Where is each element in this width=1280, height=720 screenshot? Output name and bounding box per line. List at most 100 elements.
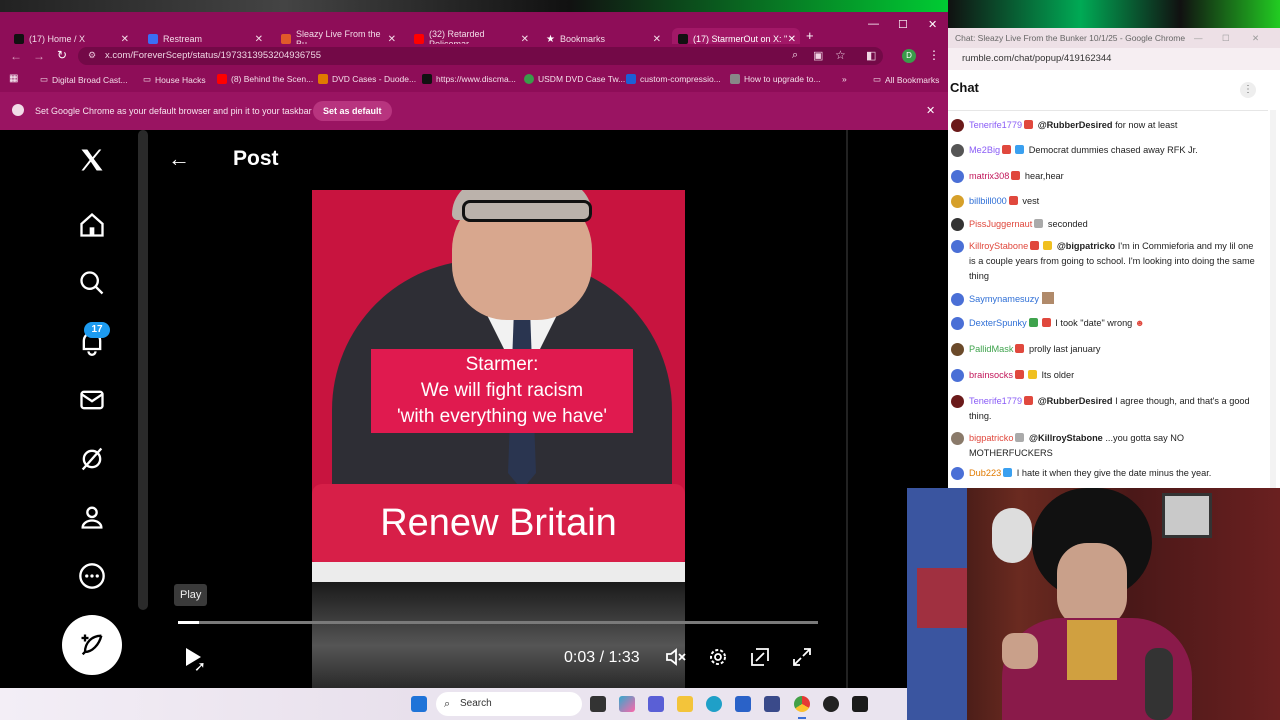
bookmark-item[interactable]: (8) Behind the Scen... xyxy=(217,74,313,84)
chat-url-bar[interactable]: rumble.com/chat/popup/419162344 xyxy=(948,48,1280,70)
badge-icon xyxy=(1003,468,1013,477)
start-windows-icon[interactable] xyxy=(411,696,427,712)
site-info-icon[interactable]: ⚙ xyxy=(88,50,96,61)
chat-options-icon[interactable]: ⋮ xyxy=(1240,82,1256,98)
forward-icon[interactable]: → xyxy=(33,49,45,63)
copilot-icon[interactable] xyxy=(619,696,635,712)
media-player-icon[interactable] xyxy=(823,696,839,712)
close-window-button[interactable]: ✕ xyxy=(1252,28,1259,48)
maximize-button[interactable]: ☐ xyxy=(1222,28,1230,48)
taskbar-search[interactable]: ⌕ Search xyxy=(436,692,582,716)
set-default-button[interactable]: Set as default xyxy=(313,101,392,121)
chat-mention[interactable]: @RubberDesired xyxy=(1038,120,1113,130)
chat-username[interactable]: brainsocks xyxy=(969,370,1013,380)
profile-person-icon[interactable] xyxy=(76,501,108,533)
back-arrow-icon[interactable]: ← xyxy=(168,146,190,172)
close-icon[interactable]: ✕ xyxy=(521,34,529,45)
chrome-icon[interactable] xyxy=(794,696,810,712)
minimize-button[interactable]: — xyxy=(1194,28,1203,48)
chat-username[interactable]: bigpatricko xyxy=(969,433,1013,443)
back-icon[interactable]: ← xyxy=(10,49,22,63)
bookmark-item[interactable]: How to upgrade to... xyxy=(730,74,821,84)
chat-popup-window: Chat: Sleazy Live From the Bunker 10/1/2… xyxy=(948,28,1280,488)
fullscreen-icon[interactable] xyxy=(790,645,814,669)
chat-username[interactable]: PallidMask xyxy=(969,344,1013,354)
folder-icon: ▭ xyxy=(40,74,49,84)
search-icon[interactable] xyxy=(76,267,108,299)
notifications-badge: 17 xyxy=(84,322,110,338)
all-bookmarks[interactable]: ▭ All Bookmarks xyxy=(873,74,939,85)
bookmark-item[interactable]: custom-compressio... xyxy=(626,74,721,84)
badge-icon xyxy=(1034,219,1044,228)
close-icon[interactable]: ✕ xyxy=(121,34,129,45)
close-icon[interactable]: ✕ xyxy=(255,34,263,45)
video-frame[interactable]: Starmer: We will fight racism 'with ever… xyxy=(312,190,685,582)
chat-message: Me2Big Democrat dummies chased away RFK … xyxy=(950,143,1260,158)
picture-in-picture-icon[interactable] xyxy=(748,645,772,669)
chat-username[interactable]: PissJuggernaut xyxy=(969,219,1032,229)
chat-username[interactable]: matrix308 xyxy=(969,171,1009,181)
settings-gear-icon[interactable] xyxy=(706,645,730,669)
video-lower-area xyxy=(312,582,685,688)
new-tab-button[interactable]: + xyxy=(806,28,814,43)
chat-mention[interactable]: @KillroyStabone xyxy=(1029,433,1103,443)
close-window-button[interactable]: ✕ xyxy=(928,18,937,31)
chat-username[interactable]: Saymynamesuzy xyxy=(969,294,1039,304)
cast-icon[interactable]: ▣ xyxy=(813,49,823,62)
x-logo-icon[interactable] xyxy=(76,144,108,176)
star-icon: ★ xyxy=(546,33,555,45)
store-icon[interactable] xyxy=(735,696,751,712)
obs-icon[interactable] xyxy=(852,696,868,712)
messages-envelope-icon[interactable] xyxy=(76,384,108,416)
rumble-favicon-icon xyxy=(281,34,291,44)
chat-mention[interactable]: @RubberDesired xyxy=(1038,396,1113,406)
bookmark-item[interactable]: ▭ Digital Broad Cast... xyxy=(40,74,128,85)
minimize-button[interactable]: — xyxy=(868,18,879,30)
speaker-glasses xyxy=(462,200,592,222)
url-text[interactable]: x.com/ForeverScept/status/19733139532049… xyxy=(105,50,321,61)
close-icon[interactable]: ✕ xyxy=(788,34,796,45)
close-notice-icon[interactable]: ✕ xyxy=(926,104,935,117)
outlook-icon[interactable] xyxy=(764,696,780,712)
bookmark-star-icon[interactable]: ☆ xyxy=(835,48,846,62)
chat-scrollbar[interactable] xyxy=(1270,110,1276,488)
menu-dots-icon[interactable]: ⋮ xyxy=(928,48,940,62)
chat-username[interactable]: Dub223 xyxy=(969,468,1001,478)
video-scrubber[interactable] xyxy=(178,621,818,624)
chat-username[interactable]: Tenerife1779 xyxy=(969,120,1022,130)
bookmark-item[interactable]: DVD Cases - Duode... xyxy=(318,74,416,84)
chat-username[interactable]: billbill000 xyxy=(969,196,1007,206)
maximize-button[interactable]: ☐ xyxy=(898,18,908,31)
left-scrollbar[interactable] xyxy=(138,130,148,610)
bookmark-label: USDM DVD Case Tw... xyxy=(538,74,626,84)
home-icon[interactable] xyxy=(76,209,108,241)
side-panel-icon[interactable]: ◧ xyxy=(866,49,876,62)
bookmark-item[interactable]: https://www.discma... xyxy=(422,74,516,84)
file-explorer-icon[interactable] xyxy=(677,696,693,712)
chat-username[interactable]: DexterSpunky xyxy=(969,318,1027,328)
bookmark-item[interactable]: USDM DVD Case Tw... xyxy=(524,74,625,84)
grok-icon[interactable] xyxy=(76,443,108,475)
x-favicon-icon xyxy=(678,34,688,44)
avatar xyxy=(951,240,964,253)
profile-avatar[interactable]: D xyxy=(902,49,916,63)
chat-username[interactable]: Me2Big xyxy=(969,145,1000,155)
edge-icon[interactable] xyxy=(706,696,722,712)
close-icon[interactable]: ✕ xyxy=(388,34,396,45)
bookmarks-overflow-button[interactable]: » xyxy=(842,74,847,84)
close-icon[interactable]: ✕ xyxy=(653,34,661,45)
apps-grid-icon[interactable]: ▦ xyxy=(9,73,18,84)
bookmark-label: House Hacks xyxy=(155,74,206,85)
task-view-icon[interactable] xyxy=(590,696,606,712)
chat-window-title: Chat: Sleazy Live From the Bunker 10/1/2… xyxy=(948,28,1280,48)
chat-mention[interactable]: @bigpatricko xyxy=(1057,241,1115,251)
bookmark-item[interactable]: ▭ House Hacks xyxy=(143,74,206,85)
mute-icon[interactable] xyxy=(664,645,688,669)
more-circle-icon[interactable] xyxy=(76,560,108,592)
chat-username[interactable]: KillroyStabone xyxy=(969,241,1028,251)
compose-post-button[interactable] xyxy=(62,615,122,675)
teams-icon[interactable] xyxy=(648,696,664,712)
zoom-icon[interactable]: ⌕ xyxy=(792,49,798,62)
reload-icon[interactable]: ↻ xyxy=(57,48,67,62)
chat-username[interactable]: Tenerife1779 xyxy=(969,396,1022,406)
